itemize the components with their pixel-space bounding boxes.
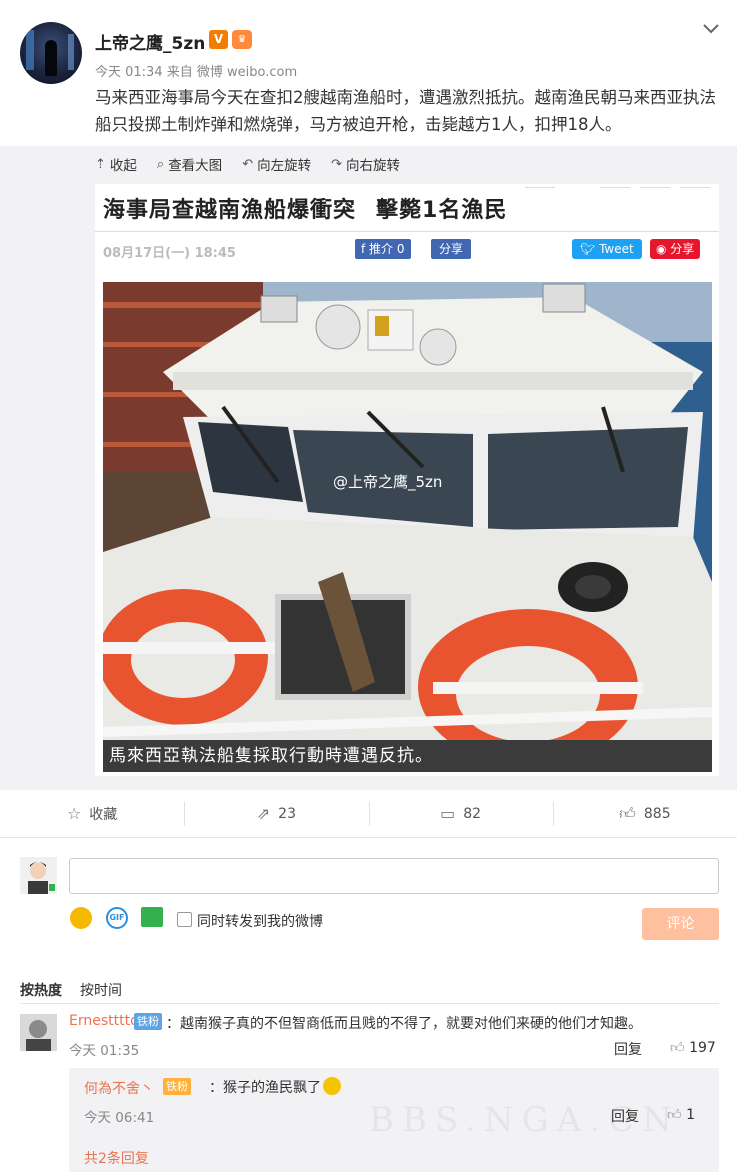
comment-like-button[interactable]: 👍︎ 197 — [670, 1039, 716, 1056]
comment-input[interactable] — [69, 858, 719, 894]
divider — [525, 184, 555, 188]
sync-repost-label: 同时转发到我的微博 — [197, 914, 323, 930]
title-divider — [95, 231, 719, 232]
reply-box: BBS.NGA.CN 何為不舍丶 铁粉 ：猴子的渔民飘了 今天 06:41 回复… — [69, 1068, 719, 1172]
fan-tag: 铁粉 — [134, 1013, 162, 1030]
star-icon: ☆ — [66, 804, 82, 823]
thumbs-up-icon: 👍︎ — [667, 1107, 682, 1123]
rotate-right-icon: ↷ — [331, 156, 342, 172]
rotate-left-icon: ↶ — [242, 156, 254, 172]
divider — [20, 1003, 719, 1004]
more-replies-link[interactable]: 共2条回复 — [84, 1148, 149, 1168]
comment-text: ：越南猴子真的不但智商低而且贱的不得了，就要对他们来硬的他们才知趣。 — [166, 1016, 642, 1032]
commenter-name[interactable]: Ernestttto — [69, 1013, 139, 1029]
reply-user-name[interactable]: 何為不舍丶 — [84, 1078, 154, 1098]
media-area: ⇡ 收起 ⌕ 查看大图 ↶ 向左旋转 ↷ 向右旋转 海事局查越南漁船爆衝突 擊斃1… — [0, 146, 737, 790]
favorite-button[interactable]: ☆ 收藏 — [0, 790, 184, 837]
comment-time: 今天 01:35 — [69, 1043, 140, 1059]
gif-icon[interactable]: GIF — [106, 907, 128, 929]
article-title: 海事局查越南漁船爆衝突 擊斃1名漁民 — [103, 198, 508, 223]
facebook-recommend-button: f 推介 0 — [355, 239, 411, 259]
post-text: 马来西亚海事局今天在查扣2艘越南渔船时，遭遇激烈抵抗。越南渔民朝马来西亚执法船只… — [95, 88, 716, 134]
article-image[interactable]: 海事局查越南漁船爆衝突 擊斃1名漁民 08月17日(一) 18:45 f 推介 0… — [95, 184, 719, 776]
fan-tag: 铁粉 — [163, 1078, 191, 1095]
image-icon[interactable] — [141, 907, 163, 927]
rotate-left-button[interactable]: ↶ 向左旋转 — [242, 154, 311, 175]
reply-time: 今天 06:41 — [84, 1110, 155, 1126]
reply-like-button[interactable]: 👍︎ 1 — [667, 1106, 695, 1123]
author-name[interactable]: 上帝之鹰_5zn — [95, 29, 205, 54]
sync-repost-checkbox[interactable] — [177, 912, 192, 927]
current-user-avatar[interactable] — [20, 857, 57, 894]
verified-badge: V — [209, 30, 228, 49]
chevron-down-icon[interactable] — [700, 20, 722, 38]
thumbs-up-icon: 👍︎ — [670, 1040, 685, 1056]
rotate-right-button[interactable]: ↷ 向右旋转 — [331, 154, 400, 175]
author-avatar[interactable] — [20, 22, 82, 84]
facebook-icon: f — [361, 242, 370, 256]
sort-by-hot[interactable]: 按热度 — [20, 983, 62, 999]
share-icon: ⇗ — [256, 804, 271, 823]
comment-button[interactable]: ▭ 82 — [368, 790, 553, 837]
tweet-button: 🐦︎ Tweet — [572, 239, 642, 259]
image-watermark: @上帝之鹰_5zn — [333, 473, 442, 492]
action-bar: ☆ 收藏 ⇗ 23 ▭ 82 👍︎ 885 — [0, 790, 737, 838]
reply-reply-button[interactable]: 回复 — [611, 1106, 639, 1126]
boat-photo: @上帝之鹰_5zn — [103, 282, 712, 740]
thumbs-up-icon: 👍︎ — [619, 803, 636, 823]
comment-reply-button[interactable]: 回复 — [614, 1039, 642, 1059]
media-toolbar: ⇡ 收起 ⌕ 查看大图 ↶ 向左旋转 ↷ 向右旋转 — [95, 154, 400, 175]
like-button[interactable]: 👍︎ 885 — [552, 790, 737, 837]
facebook-share-button: 分享 — [431, 239, 472, 259]
post-header: 上帝之鹰_5zn V ♛ 今天 01:34 来自 微博 weibo.com 马来… — [0, 0, 737, 145]
weibo-icon: ◉ — [656, 242, 671, 256]
commenter-avatar[interactable] — [20, 1014, 57, 1051]
submit-comment-button[interactable]: 评论 — [642, 908, 719, 940]
view-large-button[interactable]: ⌕ 查看大图 — [156, 154, 222, 175]
divider — [640, 184, 670, 188]
fan-badge-icon: ♛ — [232, 30, 252, 49]
comment-sort: 按热度 按时间 — [20, 980, 122, 1000]
emoji-icon — [323, 1077, 341, 1095]
upload-icon: ⇡ — [95, 156, 106, 172]
comment-icon: ▭ — [440, 804, 456, 823]
post-meta: 今天 01:34 来自 微博 weibo.com — [95, 65, 298, 80]
divider — [680, 184, 710, 188]
twitter-icon: 🐦︎ — [580, 242, 600, 256]
sort-by-time[interactable]: 按时间 — [80, 983, 122, 999]
image-caption: 馬來西亞執法船隻採取行動時遭遇反抗。 — [103, 740, 712, 772]
emoji-icon[interactable] — [70, 907, 92, 929]
divider — [600, 184, 630, 188]
weibo-share-button: ◉ 分享 — [650, 239, 701, 259]
search-icon: ⌕ — [156, 156, 165, 172]
reply-text: ：猴子的渔民飘了 — [209, 1077, 341, 1097]
article-date: 08月17日(一) 18:45 — [103, 246, 236, 261]
collapse-button[interactable]: ⇡ 收起 — [95, 154, 137, 175]
repost-button[interactable]: ⇗ 23 — [184, 790, 368, 837]
